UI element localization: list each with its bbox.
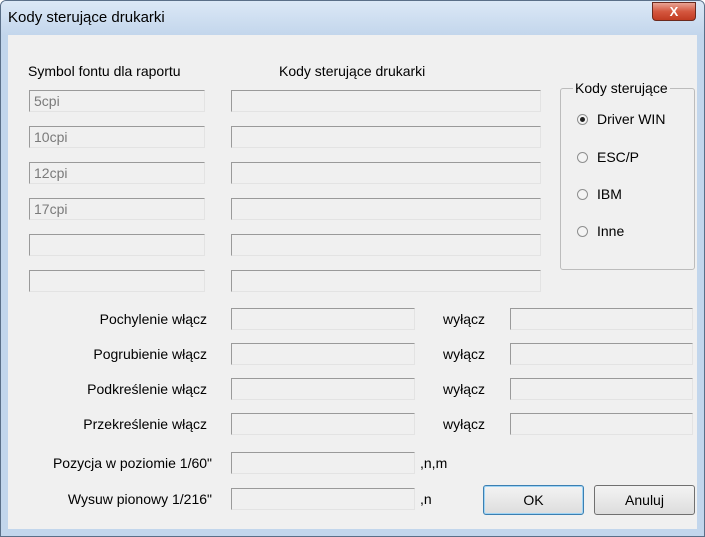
strikethrough-off-field[interactable] [510,413,693,435]
radio-label: IBM [597,186,622,202]
radio-checked-icon [577,114,588,125]
radio-unchecked-icon [577,152,588,163]
dialog-body: Symbol fontu dla raportu Kody sterujące … [8,35,697,529]
codes-column-header: Kody sterujące drukarki [279,63,426,79]
strikethrough-on-field[interactable] [231,413,415,435]
font-code-field-4[interactable] [231,198,541,220]
underline-on-label: Podkreślenie włącz [87,381,207,397]
bold-on-label: Pogrubienie włącz [93,346,207,362]
radio-label: Driver WIN [597,111,666,127]
close-icon: X [669,4,679,19]
bold-off-field[interactable] [510,343,693,365]
underline-on-field[interactable] [231,378,415,400]
font-symbol-field-3[interactable]: 12cpi [29,162,205,184]
italic-on-label: Pochylenie włącz [99,311,207,327]
font-symbol-field-6[interactable] [29,270,205,292]
font-code-field-1[interactable] [231,90,541,112]
radio-unchecked-icon [577,226,588,237]
strikethrough-off-label: wyłącz [443,416,486,432]
radio-unchecked-icon [577,189,588,200]
font-symbol-field-2[interactable]: 10cpi [29,126,205,148]
radio-label: ESC/P [597,149,640,165]
font-code-field-2[interactable] [231,126,541,148]
underline-off-field[interactable] [510,378,693,400]
window-title: Kody sterujące drukarki [8,9,165,26]
bold-on-field[interactable] [231,343,415,365]
font-symbol-field-5[interactable] [29,234,205,256]
radio-label: Inne [597,223,625,239]
vertical-feed-suffix: ,n [420,491,432,507]
italic-off-field[interactable] [510,308,693,330]
italic-on-field[interactable] [231,308,415,330]
strikethrough-on-label: Przekreślenie włącz [83,416,207,432]
control-codes-group-title: Kody sterujące [573,80,670,96]
bold-off-label: wyłącz [443,346,486,362]
ok-button[interactable]: OK [483,485,584,515]
title-bar[interactable]: Kody sterujące drukarki X [1,1,704,35]
vertical-feed-label: Wysuw pionowy 1/216" [67,491,212,507]
italic-off-label: wyłącz [443,311,486,327]
font-symbol-field-4[interactable]: 17cpi [29,198,205,220]
vertical-feed-field[interactable] [231,488,415,510]
font-code-field-5[interactable] [231,234,541,256]
dialog-window: Kody sterujące drukarki X Symbol fontu d… [0,0,705,537]
cancel-button[interactable]: Anuluj [594,485,695,515]
font-code-field-3[interactable] [231,162,541,184]
font-symbol-field-1[interactable]: 5cpi [29,90,205,112]
close-button[interactable]: X [652,2,696,21]
horizontal-position-label: Pozycja w poziomie 1/60" [52,455,212,471]
underline-off-label: wyłącz [443,381,486,397]
horizontal-position-field[interactable] [231,452,415,474]
horizontal-position-suffix: ,n,m [420,455,448,471]
font-code-field-6[interactable] [231,270,541,292]
symbol-column-header: Symbol fontu dla raportu [28,63,181,79]
